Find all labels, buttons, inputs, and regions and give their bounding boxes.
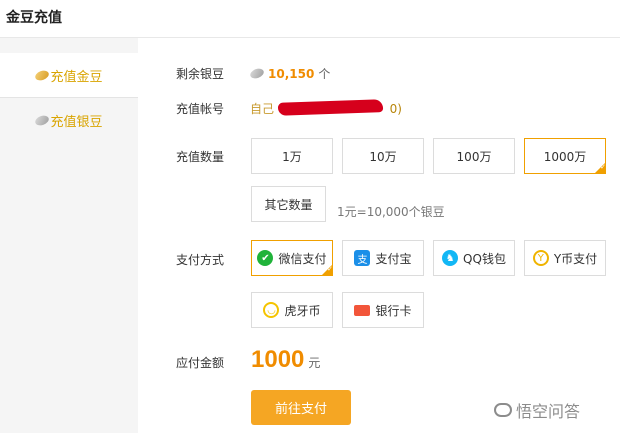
- balance-label: 剩余银豆: [176, 67, 225, 81]
- alipay-icon: 支: [354, 250, 371, 266]
- quantity-option-1000wan[interactable]: 1000万: [524, 138, 606, 174]
- sidebar-item-label: 充值银豆: [50, 114, 103, 130]
- option-label: 1000万: [543, 149, 587, 164]
- pay-method-label: 银行卡: [375, 303, 412, 318]
- account-label: 充值帐号: [176, 102, 225, 116]
- pay-method-y-coin[interactable]: Y Y币支付: [524, 240, 606, 276]
- qq-icon: ♞: [442, 250, 459, 266]
- pay-method-label: 虎牙币: [284, 303, 321, 318]
- sidebar-item-label: 充值金豆: [50, 69, 103, 85]
- total-unit: 元: [308, 356, 321, 370]
- total-label: 应付金额: [176, 356, 225, 370]
- balance-value: 10,150: [268, 66, 315, 81]
- silver-bean-icon: [34, 113, 51, 127]
- pay-method-wechat[interactable]: ✔ 微信支付: [251, 240, 333, 276]
- balance-unit: 个: [318, 67, 331, 81]
- huya-coin-icon: ◡: [263, 302, 280, 318]
- exchange-rate-note: 1元=10,000个银豆: [337, 205, 445, 219]
- option-label: 其它数量: [264, 197, 313, 212]
- option-label: 100万: [456, 149, 492, 164]
- quantity-label: 充值数量: [176, 150, 225, 164]
- submit-payment-button[interactable]: 前往支付: [251, 390, 351, 425]
- watermark: 悟空问答: [494, 398, 580, 422]
- pay-method-qq-wallet[interactable]: ♞ QQ钱包: [433, 240, 515, 276]
- top-bar: 金豆充值: [0, 0, 620, 38]
- account-self: 自己: [250, 102, 275, 116]
- option-label: 10万: [369, 149, 397, 164]
- pay-method-huya-coin[interactable]: ◡ 虎牙币: [251, 292, 333, 328]
- watermark-logo-icon: [494, 403, 512, 417]
- pay-method-label: QQ钱包: [463, 251, 506, 266]
- selected-check-icon: [594, 162, 606, 174]
- account-id-tail: 0): [389, 102, 402, 116]
- pay-method-label: 微信支付: [278, 251, 327, 266]
- quantity-option-100wan[interactable]: 100万: [433, 138, 515, 174]
- account-display: 自己 0): [250, 99, 402, 117]
- page-title: 金豆充值: [6, 10, 62, 26]
- pay-method-label: Y币支付: [553, 251, 598, 266]
- balance-display: 10,150 个: [248, 65, 331, 82]
- quantity-option-other[interactable]: 其它数量: [251, 186, 326, 222]
- bank-card-icon: [354, 304, 371, 316]
- y-coin-icon: Y: [532, 250, 549, 266]
- total-amount: 1000 元: [251, 346, 320, 374]
- total-value: 1000: [251, 346, 305, 373]
- pay-method-bank-card[interactable]: 银行卡: [342, 292, 424, 328]
- sidebar-item-recharge-silver[interactable]: 充值银豆: [0, 98, 138, 142]
- sidebar: 充值金豆 充值银豆: [0, 38, 138, 433]
- payment-label: 支付方式: [176, 253, 225, 267]
- option-label: 1万: [282, 149, 302, 164]
- selected-check-icon: [321, 264, 333, 276]
- redaction-mark: [277, 99, 384, 116]
- gold-bean-icon: [34, 68, 51, 82]
- quantity-option-10wan[interactable]: 10万: [342, 138, 424, 174]
- watermark-text: 悟空问答: [516, 402, 581, 421]
- wechat-icon: ✔: [257, 250, 274, 266]
- quantity-option-1wan[interactable]: 1万: [251, 138, 333, 174]
- pay-method-label: 支付宝: [375, 251, 412, 266]
- sidebar-item-recharge-gold[interactable]: 充值金豆: [0, 53, 138, 97]
- pay-method-alipay[interactable]: 支 支付宝: [342, 240, 424, 276]
- silver-bean-icon: [248, 66, 266, 81]
